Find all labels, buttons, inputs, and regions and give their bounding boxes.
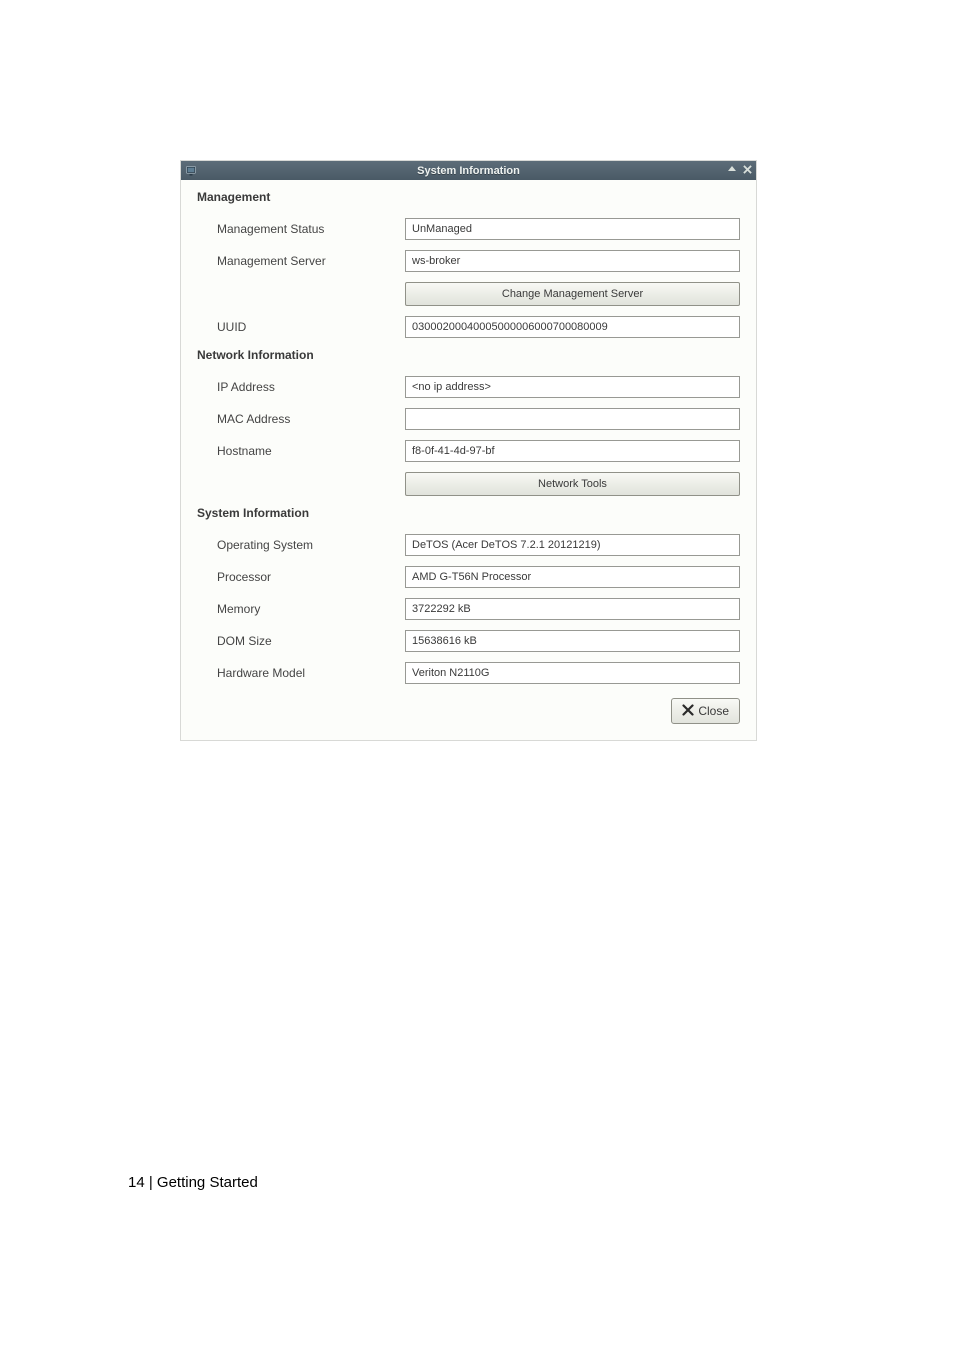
- memory-row: Memory 3722292 kB: [197, 598, 740, 620]
- mac-row: MAC Address: [197, 408, 740, 430]
- dom-value: 15638616 kB: [405, 630, 740, 652]
- os-row: Operating System DeTOS (Acer DeTOS 7.2.1…: [197, 534, 740, 556]
- hostname-row: Hostname f8-0f-41-4d-97-bf: [197, 440, 740, 462]
- window-app-icon: [184, 164, 197, 177]
- mac-label: MAC Address: [197, 412, 405, 426]
- hw-value: Veriton N2110G: [405, 662, 740, 684]
- ip-value: <no ip address>: [405, 376, 740, 398]
- system-section-header: System Information: [197, 506, 740, 520]
- close-button[interactable]: Close: [671, 698, 740, 724]
- management-server-label: Management Server: [197, 254, 405, 268]
- memory-value: 3722292 kB: [405, 598, 740, 620]
- dom-label: DOM Size: [197, 634, 405, 648]
- window-rollup-icon[interactable]: [727, 164, 737, 177]
- os-value: DeTOS (Acer DeTOS 7.2.1 20121219): [405, 534, 740, 556]
- window-title: System Information: [417, 165, 520, 177]
- uuid-row: UUID 03000200040005000006000700080009: [197, 316, 740, 338]
- hostname-value: f8-0f-41-4d-97-bf: [405, 440, 740, 462]
- window-controls: [727, 164, 752, 177]
- network-tools-row: Network Tools: [197, 472, 740, 496]
- system-information-window: System Information Management Management…: [180, 160, 757, 741]
- os-label: Operating System: [197, 538, 405, 552]
- uuid-label: UUID: [197, 320, 405, 334]
- dialog-footer: Close: [197, 698, 740, 724]
- change-server-row: Change Management Server: [197, 282, 740, 306]
- processor-value: AMD G-T56N Processor: [405, 566, 740, 588]
- uuid-value: 03000200040005000006000700080009: [405, 316, 740, 338]
- memory-label: Memory: [197, 602, 405, 616]
- processor-row: Processor AMD G-T56N Processor: [197, 566, 740, 588]
- ip-label: IP Address: [197, 380, 405, 394]
- page-footer: 14 | Getting Started: [128, 1174, 258, 1191]
- mac-value: [405, 408, 740, 430]
- titlebar[interactable]: System Information: [181, 161, 756, 180]
- management-status-value: UnManaged: [405, 218, 740, 240]
- ip-row: IP Address <no ip address>: [197, 376, 740, 398]
- close-button-label: Close: [698, 704, 729, 718]
- network-section-header: Network Information: [197, 348, 740, 362]
- management-server-value: ws-broker: [405, 250, 740, 272]
- network-tools-button[interactable]: Network Tools: [405, 472, 740, 496]
- management-status-label: Management Status: [197, 222, 405, 236]
- hw-row: Hardware Model Veriton N2110G: [197, 662, 740, 684]
- processor-label: Processor: [197, 570, 405, 584]
- dom-row: DOM Size 15638616 kB: [197, 630, 740, 652]
- management-section-header: Management: [197, 190, 740, 204]
- hostname-label: Hostname: [197, 444, 405, 458]
- management-server-row: Management Server ws-broker: [197, 250, 740, 272]
- window-close-icon[interactable]: [743, 165, 752, 177]
- change-management-server-button[interactable]: Change Management Server: [405, 282, 740, 306]
- management-status-row: Management Status UnManaged: [197, 218, 740, 240]
- close-icon: [682, 704, 694, 719]
- hw-label: Hardware Model: [197, 666, 405, 680]
- window-body: Management Management Status UnManaged M…: [181, 180, 756, 740]
